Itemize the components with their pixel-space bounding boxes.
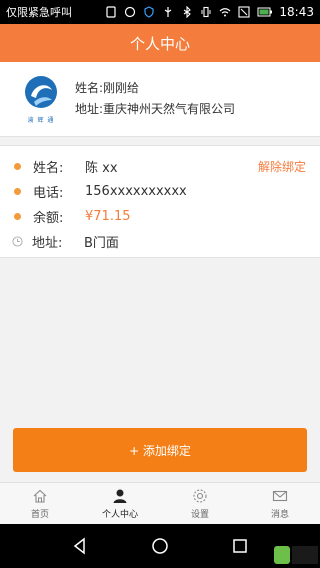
detail-row-address: 地址: B门面 [0,229,320,254]
recents-icon[interactable] [231,537,249,555]
clock-icon [12,236,23,247]
logo-graphic [25,76,57,108]
tab-settings-label: 设置 [190,509,209,520]
tab-settings[interactable]: 设置 [160,483,240,524]
tab-profile[interactable]: 个人中心 [80,483,160,524]
user-icon [113,489,127,503]
company-address: 地址:重庆神州天然气有限公司 [75,102,236,116]
detail-row-balance: 余额: ¥71.15 [0,204,320,229]
clock-time: 18:43 [279,5,314,19]
logo-text: 渝 辉 通 [27,117,55,124]
carrier-text: 仅限紧急呼叫 [6,6,72,19]
bullet-dot [14,213,21,220]
name-value: 陈 xx [85,161,118,176]
detail-row-phone: 电话: 156xxxxxxxxxx [0,179,320,204]
mail-icon [272,490,288,501]
phone-label: 电话: [33,186,64,201]
page-title: 个人中心 [129,34,190,53]
battery-icon [257,7,273,17]
home-icon [33,489,47,503]
bullet-dot [14,163,21,170]
system-nav-bar [0,524,320,568]
address-value: B门面 [84,236,119,251]
usb-icon [165,7,172,17]
notification-icon [125,6,136,18]
company-logo: 渝 辉 通 [20,74,62,124]
phone-value: 156xxxxxxxxxx [85,184,187,199]
sim-icon [106,6,117,18]
no-signal-icon [238,6,250,18]
vibrate-icon [201,6,211,18]
balance-label: 余额: [33,211,64,226]
company-info: 姓名:刚刚给 地址:重庆神州天然气有限公司 [75,78,235,120]
bottom-tab-bar: 首页 个人中心 设置 消息 [0,482,320,524]
gear-icon [193,488,207,503]
status-icons [105,6,273,18]
watermark-badge [274,544,318,566]
add-binding-button[interactable]: + 添加绑定 [13,428,307,472]
tab-home[interactable]: 首页 [0,483,80,524]
company-name: 姓名:刚刚给 [75,81,140,95]
home-circle-icon[interactable] [151,537,169,555]
unbind-button[interactable]: 解除绑定 [258,158,306,175]
page-header: 个人中心 [0,24,320,62]
wifi-icon [219,8,231,17]
balance-value: ¥71.15 [85,209,131,224]
status-bar: 仅限紧急呼叫 18:43 [0,0,320,24]
bullet-dot [14,188,21,195]
address-label: 地址: [32,236,63,251]
company-card: 渝 辉 通 姓名:刚刚给 地址:重庆神州天然气有限公司 [0,62,320,137]
detail-row-name: 姓名: 陈 xx 解除绑定 [0,154,320,179]
bluetooth-icon [184,6,192,18]
account-details: 姓名: 陈 xx 解除绑定 电话: 156xxxxxxxxxx 余额: ¥71.… [0,145,320,258]
tab-messages-label: 消息 [270,509,289,520]
name-label: 姓名: [33,161,64,176]
tab-profile-label: 个人中心 [101,509,138,520]
back-icon[interactable] [71,537,89,555]
tab-home-label: 首页 [30,509,49,520]
shield-icon [144,6,155,18]
tab-messages[interactable]: 消息 [240,483,320,524]
add-binding-label: + 添加绑定 [129,443,191,458]
watermark-logo [274,546,318,564]
